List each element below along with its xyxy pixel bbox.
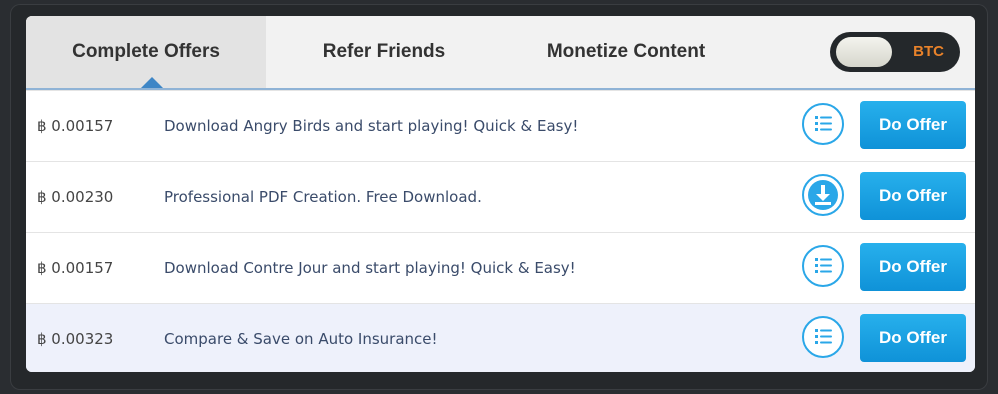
offer-description[interactable]: Download Angry Birds and start playing! … [164,91,578,161]
active-tab-indicator [141,77,163,88]
offer-description[interactable]: Professional PDF Creation. Free Download… [164,162,482,232]
toggle-knob[interactable] [836,37,892,67]
offer-amount: ฿ 0.00323 [37,330,114,348]
tab-refer-friends[interactable]: Refer Friends [284,16,484,88]
offer-row: ฿ 0.00323 Compare & Save on Auto Insuran… [26,303,975,372]
offer-row: ฿ 0.00157 Download Contre Jour and start… [26,232,975,303]
list-icon[interactable] [802,316,844,358]
currency-toggle[interactable]: BTC [830,32,960,72]
offer-description[interactable]: Compare & Save on Auto Insurance! [164,304,438,372]
list-icon[interactable] [802,245,844,287]
offer-description[interactable]: Download Contre Jour and start playing! … [164,233,576,303]
do-offer-button[interactable]: Do Offer [860,101,966,149]
do-offer-button[interactable]: Do Offer [860,314,966,362]
offer-amount: ฿ 0.00157 [37,117,114,135]
list-icon[interactable] [802,103,844,145]
tab-bar: Complete Offers Refer Friends Monetize C… [26,16,975,90]
offer-amount: ฿ 0.00157 [37,259,114,277]
do-offer-button[interactable]: Do Offer [860,172,966,220]
offer-row: ฿ 0.00157 Download Angry Birds and start… [26,90,975,161]
offer-amount: ฿ 0.00230 [37,188,114,206]
currency-label: BTC [913,43,944,60]
do-offer-button[interactable]: Do Offer [860,243,966,291]
offer-row: ฿ 0.00230 Professional PDF Creation. Fre… [26,161,975,232]
tab-monetize-content[interactable]: Monetize Content [506,16,746,88]
download-icon[interactable] [802,174,844,216]
offers-panel: Complete Offers Refer Friends Monetize C… [26,16,975,372]
